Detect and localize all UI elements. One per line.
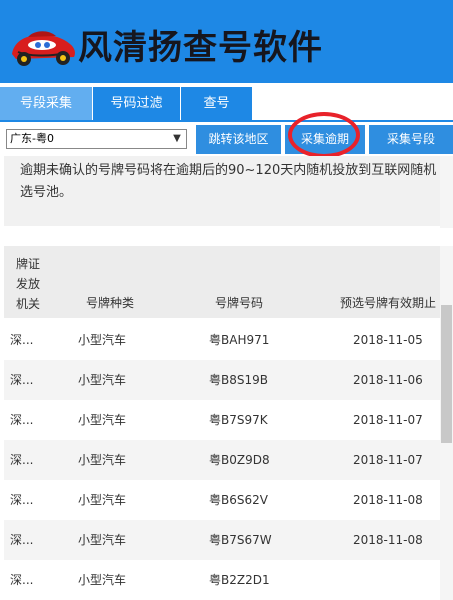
cell-plate: 粤B7S97K	[209, 413, 268, 427]
cell-plate: 粤B6S62V	[209, 493, 268, 507]
cell-org: 深...	[10, 453, 34, 467]
jump-region-button[interactable]: 跳转该地区	[196, 125, 281, 154]
car-logo-icon	[12, 31, 75, 66]
collect-segment-button[interactable]: 采集号段	[369, 125, 453, 154]
cell-type: 小型汽车	[78, 333, 127, 347]
tab-segment-collect[interactable]: 号段采集	[0, 87, 92, 120]
tab-lookup[interactable]: 查号	[181, 87, 252, 120]
table-row[interactable]: 深... 小型汽车 粤B0Z9D8 2018-11-07	[4, 440, 440, 480]
table-header: 牌证发放机关 号牌种类 号牌号码 预选号牌有效期止	[4, 246, 440, 318]
column-header-plate: 号牌号码	[215, 296, 264, 310]
cell-org: 深...	[10, 413, 34, 427]
cell-date: 2018-11-06	[353, 373, 423, 387]
cell-date: 2018-11-07	[353, 453, 423, 467]
table-scrollbar-thumb[interactable]	[441, 305, 452, 443]
table-row[interactable]: 深... 小型汽车 粤B6S62V 2018-11-08	[4, 480, 440, 520]
chevron-down-icon: ▼	[173, 133, 181, 144]
app-header: 风清扬查号软件	[0, 0, 453, 83]
cell-type: 小型汽车	[78, 413, 127, 427]
table-row[interactable]: 深... 小型汽车 粤B2Z2D1	[4, 560, 440, 600]
cell-date: 2018-11-08	[353, 533, 423, 547]
region-select-value: 广东-粤0	[10, 132, 54, 145]
table-row[interactable]: 深... 小型汽车 粤BAH971 2018-11-05	[4, 320, 440, 360]
table-row[interactable]: 深... 小型汽车 粤B7S67W 2018-11-08	[4, 520, 440, 560]
tab-bar: 号段采集 号码过滤 查号	[0, 83, 453, 121]
cell-org: 深...	[10, 373, 34, 387]
cell-org: 深...	[10, 493, 34, 507]
cell-date: 2018-11-05	[353, 333, 423, 347]
cell-org: 深...	[10, 533, 34, 547]
cell-type: 小型汽车	[78, 573, 127, 587]
tab-number-filter[interactable]: 号码过滤	[93, 87, 180, 120]
column-header-expire: 预选号牌有效期止	[340, 296, 437, 310]
cell-org: 深...	[10, 333, 34, 347]
toolbar: 广东-粤0 ▼ 跳转该地区 采集逾期 采集号段	[0, 122, 453, 156]
column-header-org: 牌证发放机关	[16, 257, 41, 311]
cell-plate: 粤B8S19B	[209, 373, 268, 387]
table-row[interactable]: 深... 小型汽车 粤B7S97K 2018-11-07	[4, 400, 440, 440]
cell-date: 2018-11-08	[353, 493, 423, 507]
cell-plate: 粤BAH971	[209, 333, 270, 347]
table-row[interactable]: 深... 小型汽车 粤B8S19B 2018-11-06	[4, 360, 440, 400]
info-scrollbar[interactable]	[440, 156, 453, 228]
info-text: 逾期未确认的号牌号码将在逾期后的90~120天内随机投放到互联网随机选号池。	[20, 163, 437, 200]
collect-overdue-button[interactable]: 采集逾期	[285, 125, 365, 154]
column-header-type: 号牌种类	[86, 296, 135, 310]
cell-type: 小型汽车	[78, 493, 127, 507]
cell-plate: 粤B0Z9D8	[209, 453, 270, 467]
app-title: 风清扬查号软件	[78, 28, 323, 68]
region-select[interactable]: 广东-粤0 ▼	[6, 129, 187, 149]
cell-org: 深...	[10, 573, 34, 587]
cell-plate: 粤B7S67W	[209, 533, 272, 547]
cell-type: 小型汽车	[78, 453, 127, 467]
cell-type: 小型汽车	[78, 533, 127, 547]
cell-type: 小型汽车	[78, 373, 127, 387]
cell-plate: 粤B2Z2D1	[209, 573, 270, 587]
cell-date: 2018-11-07	[353, 413, 423, 427]
